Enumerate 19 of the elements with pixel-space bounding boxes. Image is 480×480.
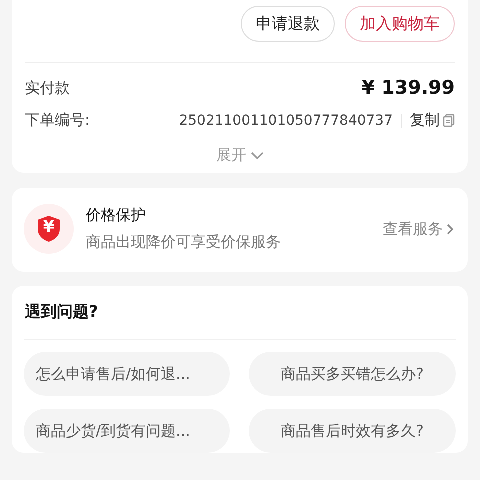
- chevron-down-icon: [250, 152, 264, 160]
- question-chip[interactable]: 怎么申请售后/如何退...: [24, 352, 230, 396]
- price-protection-title: 价格保护: [86, 206, 147, 225]
- question-chip[interactable]: 商品少货/到货有问题...: [24, 409, 230, 453]
- copy-icon: [443, 114, 455, 127]
- paid-amount: ¥ 139.99: [362, 77, 455, 99]
- question-chip[interactable]: 商品买多买错怎么办?: [249, 352, 456, 396]
- add-to-cart-button[interactable]: 加入购物车: [345, 6, 455, 42]
- help-title: 遇到问题?: [24, 302, 456, 340]
- view-service-link[interactable]: 查看服务: [383, 220, 454, 238]
- chevron-right-icon: [447, 224, 454, 234]
- price-protection-subtitle: 商品出现降价可享受价保服务: [86, 233, 282, 252]
- refund-button[interactable]: 申请退款: [241, 6, 335, 42]
- paid-label: 实付款: [25, 78, 70, 98]
- order-number: 250211001101050777840737: [179, 112, 393, 128]
- order-number-label: 下单编号:: [25, 111, 90, 130]
- shield-icon: ¥: [24, 204, 74, 254]
- copy-button[interactable]: 复制: [410, 111, 455, 130]
- question-chip[interactable]: 商品售后时效有多久?: [249, 409, 456, 453]
